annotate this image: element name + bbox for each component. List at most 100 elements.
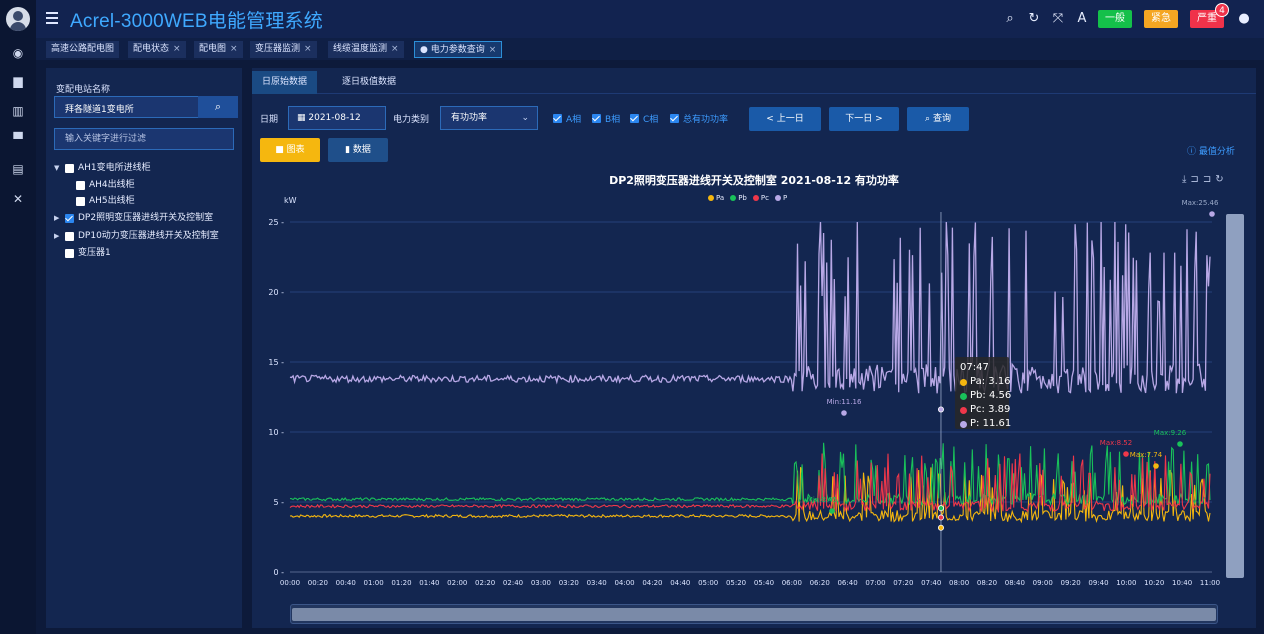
tooltip-value: 11.61 [982, 418, 1012, 429]
station-select[interactable]: 拜各隧道1变电所 ⌕ [54, 96, 238, 118]
x-tick-label: 07:40 [921, 579, 941, 587]
x-tick-label: 03:00 [531, 579, 551, 587]
tree-item-dp2[interactable]: ▶ DP2照明变压器进线开关及控制室 [54, 212, 213, 225]
tab-cable-temperature[interactable]: 线缆温度监测 × [328, 41, 404, 58]
tree-item-dp10[interactable]: ▶ DP10动力变压器进线开关及控制室 [54, 230, 219, 243]
checkbox[interactable] [65, 249, 74, 258]
annotation-marker [841, 410, 847, 416]
caret-down-icon[interactable]: ▼ [54, 162, 62, 175]
avatar[interactable] [6, 7, 30, 31]
tree-item-label: 变压器1 [78, 248, 111, 258]
x-zoom-handle[interactable] [292, 608, 1216, 621]
tree-item-label: AH1变电所进线柜 [78, 163, 151, 173]
search-icon[interactable]: ⌕ [1002, 11, 1018, 27]
checkbox[interactable] [65, 232, 74, 241]
y-tick-label: 15 - [268, 358, 284, 367]
caret-right-icon[interactable]: ▶ [54, 230, 62, 243]
x-tick-label: 01:00 [364, 579, 384, 587]
caret-right-icon[interactable]: ▶ [54, 212, 62, 225]
tooltip-row-pb: Pb: 4.56 [960, 389, 1011, 403]
bar-chart-icon[interactable]: ▥ [0, 100, 36, 122]
y-tick-label: 25 - [268, 218, 284, 227]
y-tick-label: 5 - [273, 498, 284, 507]
tab-label: 配电图 [199, 44, 227, 54]
x-zoom-slider[interactable] [290, 604, 1218, 624]
annotation-label: Max:25.46 [1182, 199, 1219, 207]
close-icon[interactable]: × [391, 44, 399, 54]
tree-item-label: DP10动力变压器进线开关及控制室 [78, 231, 219, 241]
folder-icon[interactable]: ▆ [0, 70, 36, 92]
checkbox-checked[interactable] [65, 214, 74, 223]
tooltip-name: P [970, 418, 977, 429]
station-panel: 变配电站名称 拜各隧道1变电所 ⌕ ▼ AH1变电所进线柜 AH4出线柜 AH5出… [46, 68, 242, 628]
tooltip-name: Pc [970, 404, 982, 415]
x-tick-label: 08:00 [949, 579, 969, 587]
tooltip-value: 3.16 [988, 376, 1011, 387]
checkbox[interactable] [76, 181, 85, 190]
alert-urgent-button[interactable]: 紧急 [1144, 10, 1178, 28]
tree-item-label: DP2照明变压器进线开关及控制室 [78, 213, 214, 223]
tab-power-query[interactable]: ● 电力参数查询 × [414, 41, 503, 58]
x-tick-label: 08:20 [977, 579, 997, 587]
station-search-button[interactable]: ⌕ [198, 96, 238, 118]
main-panel: 日原始数据 逐日极值数据 日期 ▦ 2021-08-12 电力类别 有功功率 ⌄ … [252, 68, 1256, 628]
annotation-label: Max:8.52 [1100, 439, 1132, 447]
y-zoom-slider[interactable] [1226, 214, 1244, 578]
annotation-label: Min:3.45 [807, 496, 837, 504]
refresh-icon[interactable]: ↻ [1026, 11, 1042, 27]
x-tick-label: 09:20 [1061, 579, 1081, 587]
y-tick-label: 0 - [273, 568, 284, 577]
annotation-marker [1123, 451, 1129, 457]
x-tick-label: 04:40 [670, 579, 690, 587]
tree-item-ah5[interactable]: AH5出线柜 [76, 195, 135, 208]
alert-normal-button[interactable]: 一般 [1098, 10, 1132, 28]
tree-item-ah4[interactable]: AH4出线柜 [76, 179, 135, 192]
x-tick-label: 09:00 [1033, 579, 1053, 587]
checkbox[interactable] [76, 197, 85, 206]
annotation-label: Min:11.16 [827, 398, 862, 406]
close-icon[interactable]: × [230, 44, 238, 54]
annotation-label: Max:9.26 [1154, 429, 1187, 437]
close-icon[interactable]: × [304, 44, 312, 54]
x-tick-label: 10:20 [1144, 579, 1164, 587]
x-tick-label: 06:00 [782, 579, 802, 587]
tree-item-ah1[interactable]: ▼ AH1变电所进线柜 [54, 162, 151, 175]
tab-label: ● 电力参数查询 [420, 45, 485, 55]
x-tick-label: 04:00 [614, 579, 634, 587]
monitor-icon[interactable]: ▀ [0, 128, 36, 150]
filter-input[interactable] [55, 129, 233, 149]
x-tick-label: 08:40 [1005, 579, 1025, 587]
tab-distribution-diagram[interactable]: 配电图 × [194, 41, 243, 58]
x-tick-label: 10:40 [1172, 579, 1192, 587]
annotation-label: Max:7.74 [1130, 451, 1163, 459]
close-icon[interactable]: × [489, 45, 497, 55]
tab-label: 线缆温度监测 [333, 44, 388, 54]
tab-highway-diagram[interactable]: 高速公路配电图 [46, 41, 120, 58]
tooltip-row-p: P: 11.61 [960, 417, 1011, 431]
annotation-marker [1153, 463, 1159, 469]
tab-label: 高速公路配电图 [51, 44, 115, 54]
fullscreen-icon[interactable]: ⤧ [1050, 11, 1066, 27]
font-size-icon[interactable]: A [1074, 11, 1090, 27]
chart-tooltip: 07:47 Pa: 3.16 Pb: 4.56 Pc: 3.89 P: 11.6… [955, 357, 1011, 431]
x-tick-label: 06:40 [837, 579, 857, 587]
globe-icon[interactable]: ◉ [0, 42, 36, 64]
x-tick-label: 01:40 [419, 579, 439, 587]
checkbox[interactable] [65, 164, 74, 173]
x-tick-label: 03:20 [559, 579, 579, 587]
tools-icon[interactable]: ✕ [0, 188, 36, 210]
annotation-marker [829, 508, 835, 514]
x-tick-label: 05:40 [754, 579, 774, 587]
x-tick-label: 00:00 [280, 579, 300, 587]
user-icon[interactable]: ● [1236, 11, 1252, 27]
tab-transformer-monitor[interactable]: 变压器监测 × [250, 41, 317, 58]
filter-field[interactable] [54, 128, 234, 150]
tree-item-transformer1[interactable]: 变压器1 [65, 247, 111, 260]
menu-icon[interactable] [46, 12, 58, 24]
tab-distribution-status[interactable]: 配电状态 × [128, 41, 186, 58]
x-tick-label: 09:40 [1088, 579, 1108, 587]
tooltip-point [937, 514, 944, 521]
tab-label: 配电状态 [133, 44, 170, 54]
close-icon[interactable]: × [173, 44, 181, 54]
document-icon[interactable]: ▤ [0, 158, 36, 180]
